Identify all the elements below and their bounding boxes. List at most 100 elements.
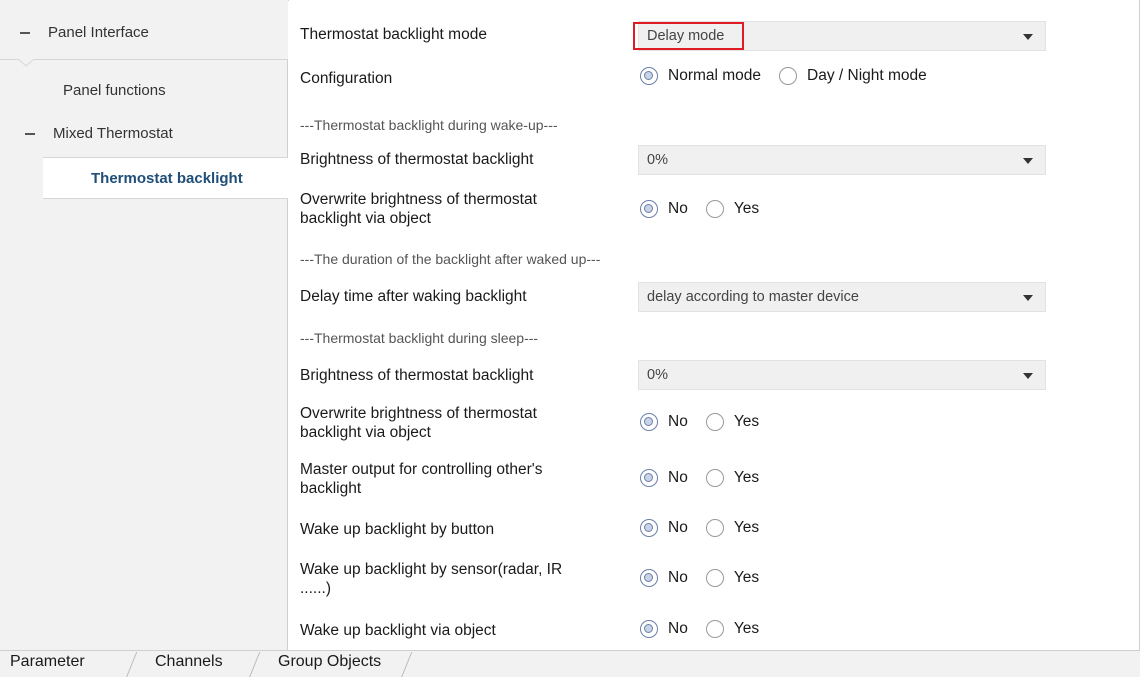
radio-selected-icon <box>640 469 658 487</box>
radio-label: Yes <box>733 200 760 217</box>
radio-empty-icon <box>705 569 724 587</box>
radio-label: Yes <box>733 519 760 536</box>
parameter-tree: Panel Interface Panel functions Mixed Th… <box>0 0 288 650</box>
radio-yes[interactable]: Yes <box>705 569 760 587</box>
highlight-box <box>633 22 744 50</box>
parameter-panel: Thermostat backlight mode Delay mode Con… <box>289 0 1139 650</box>
radio-empty-icon <box>705 519 724 537</box>
section-heading: ---Thermostat backlight during wake-up--… <box>300 117 558 133</box>
collapse-icon[interactable] <box>25 132 35 135</box>
radio-label: Normal mode <box>668 67 762 84</box>
select-value: delay according to master device <box>647 289 859 305</box>
overwrite-sleep-radio-group: No Yes <box>640 413 777 431</box>
radio-label: No <box>668 569 688 586</box>
radio-label: No <box>668 469 688 486</box>
master-output-radio-group: No Yes <box>640 469 777 487</box>
radio-empty-icon <box>705 200 724 218</box>
radio-empty-icon <box>705 620 724 638</box>
brightness-sleep-select[interactable]: 0% <box>638 360 1046 390</box>
select-value: 0% <box>647 367 668 383</box>
tab-divider <box>248 652 261 677</box>
radio-empty-icon <box>705 469 724 487</box>
radio-no[interactable]: No <box>640 519 688 537</box>
dropdown-arrow-icon <box>1023 295 1033 301</box>
label-line: Master output for controlling other's <box>300 461 543 478</box>
tree-root-label: Panel Interface <box>48 24 149 41</box>
radio-yes[interactable]: Yes <box>705 200 760 218</box>
tree-item-label: Panel functions <box>63 82 166 99</box>
param-label: Brightness of thermostat backlight <box>300 151 534 168</box>
param-label: Overwrite brightness of thermostat backl… <box>300 404 637 442</box>
param-label: Configuration <box>300 70 393 87</box>
brightness-wake-select[interactable]: 0% <box>638 145 1046 175</box>
radio-label: Yes <box>733 469 760 486</box>
radio-empty-icon <box>705 413 724 431</box>
radio-label: No <box>668 413 688 430</box>
configuration-radio-group: Normal mode Day / Night mode <box>640 67 945 85</box>
radio-no[interactable]: No <box>640 200 688 218</box>
tree-item-panel-functions[interactable]: Panel functions <box>63 82 166 99</box>
bottom-tab-bar: Parameter Channels Group Objects <box>0 650 1140 677</box>
tree-item-mixed-thermostat[interactable]: Mixed Thermostat <box>25 125 173 142</box>
tree-root-panel-interface[interactable]: Panel Interface <box>0 0 288 67</box>
label-line: backlight <box>300 480 362 497</box>
param-label: Overwrite brightness of thermostat backl… <box>300 190 637 228</box>
radio-normal-mode[interactable]: Normal mode <box>640 67 761 85</box>
radio-label: Day / Night mode <box>807 67 927 84</box>
label-line: Wake up backlight by sensor(radar, IR <box>300 561 563 578</box>
tab-group-objects[interactable]: Group Objects <box>278 653 381 671</box>
radio-label: Yes <box>733 413 760 430</box>
delay-time-select[interactable]: delay according to master device <box>638 282 1046 312</box>
radio-selected-icon <box>640 620 658 638</box>
label-line: Overwrite brightness of thermostat <box>300 405 537 422</box>
param-label: Delay time after waking backlight <box>300 288 527 305</box>
label-line: ......) <box>300 580 331 597</box>
param-label: Master output for controlling other's ba… <box>300 460 637 498</box>
radio-yes[interactable]: Yes <box>705 620 760 638</box>
tree-item-thermostat-backlight[interactable]: Thermostat backlight <box>43 157 288 199</box>
radio-no[interactable]: No <box>640 620 688 638</box>
radio-selected-icon <box>640 413 658 431</box>
dropdown-arrow-icon <box>1023 158 1033 164</box>
tree-pointer-icon <box>18 59 34 67</box>
tree-item-label: Thermostat backlight <box>91 170 243 187</box>
collapse-icon[interactable] <box>20 31 30 34</box>
label-line: Overwrite brightness of thermostat <box>300 191 537 208</box>
radio-no[interactable]: No <box>640 469 688 487</box>
param-label: Wake up backlight by button <box>300 521 495 538</box>
label-line: backlight via object <box>300 424 431 441</box>
dropdown-arrow-icon <box>1023 373 1033 379</box>
label-line: backlight via object <box>300 210 431 227</box>
radio-label: No <box>668 200 688 217</box>
param-label: Wake up backlight via object <box>300 622 496 639</box>
radio-label: No <box>668 519 688 536</box>
radio-label: Yes <box>733 620 760 637</box>
dropdown-arrow-icon <box>1023 34 1033 40</box>
wake-object-radio-group: No Yes <box>640 620 777 638</box>
radio-no[interactable]: No <box>640 413 688 431</box>
radio-selected-icon <box>640 519 658 537</box>
radio-selected-icon <box>640 200 658 218</box>
radio-yes[interactable]: Yes <box>705 519 760 537</box>
param-label: Brightness of thermostat backlight <box>300 367 534 384</box>
radio-selected-icon <box>640 569 658 587</box>
tab-divider <box>125 652 138 677</box>
select-value: 0% <box>647 152 668 168</box>
tree-item-label: Mixed Thermostat <box>53 125 173 142</box>
radio-yes[interactable]: Yes <box>705 413 760 431</box>
param-label: Thermostat backlight mode <box>300 26 487 43</box>
overwrite-wake-radio-group: No Yes <box>640 200 777 218</box>
wake-button-radio-group: No Yes <box>640 519 777 537</box>
section-heading: ---Thermostat backlight during sleep--- <box>300 330 539 346</box>
section-heading: ---The duration of the backlight after w… <box>300 251 601 267</box>
radio-day-night-mode[interactable]: Day / Night mode <box>779 67 927 85</box>
radio-yes[interactable]: Yes <box>705 469 760 487</box>
radio-label: Yes <box>733 569 760 586</box>
wake-sensor-radio-group: No Yes <box>640 569 777 587</box>
radio-label: No <box>668 620 688 637</box>
param-label: Wake up backlight by sensor(radar, IR ..… <box>300 560 637 598</box>
tab-channels[interactable]: Channels <box>155 653 223 671</box>
radio-no[interactable]: No <box>640 569 688 587</box>
radio-selected-icon <box>640 67 658 85</box>
tab-parameter[interactable]: Parameter <box>10 653 85 671</box>
